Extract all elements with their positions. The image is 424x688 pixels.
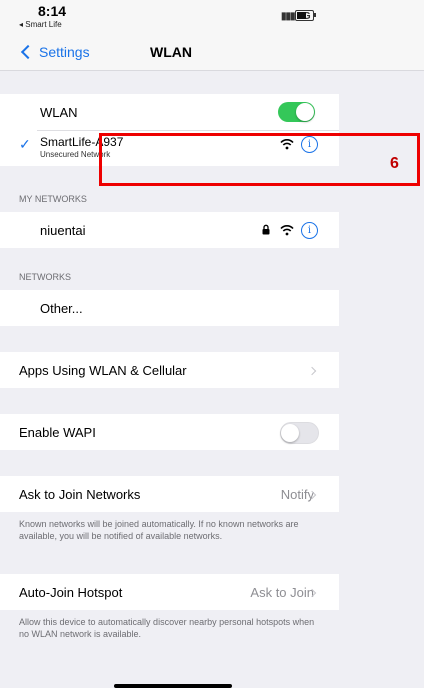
toggle-knob [296,103,314,121]
annotation-step-number: 6 [390,155,399,172]
wlan-toggle[interactable] [278,102,315,122]
status-bar: 8:14 ◂ Smart Life ▮▮▮ 4G [0,0,424,34]
auto-join-label: Auto-Join Hotspot [19,585,123,600]
wapi-group: Enable WAPI [0,414,339,450]
wlan-label: WLAN [40,105,78,120]
my-networks-header: MY NETWORKS [19,194,87,204]
checkmark-icon: ✓ [19,136,31,152]
back-button-label: Settings [39,44,90,60]
settings-back-button[interactable]: Settings [19,40,90,64]
networks-header: NETWORKS [19,272,72,282]
auto-join-value: Ask to Join [250,585,314,600]
network-name: niuentai [40,223,86,238]
page-title: WLAN [150,44,192,60]
networks-group: Other... [0,290,339,326]
battery-icon [295,10,314,21]
enable-wapi-label: Enable WAPI [19,425,96,440]
chevron-left-icon [20,44,36,60]
wlan-row: WLAN [0,94,339,130]
auto-join-group: Auto-Join Hotspot Ask to Join [0,574,339,610]
apps-using-group: Apps Using WLAN & Cellular [0,352,339,388]
battery-cap [314,13,316,17]
ask-to-join-group: Ask to Join Networks Notify [0,476,339,512]
ask-to-join-footnote: Known networks will be joined automatica… [19,519,299,541]
wifi-icon [280,224,294,236]
annotation-highlight-box [99,133,420,186]
auto-join-hotspot-row[interactable]: Auto-Join Hotspot Ask to Join [0,574,339,610]
apps-using-wlan-row[interactable]: Apps Using WLAN & Cellular [0,352,339,388]
my-networks-group: niuentai i [0,212,339,248]
info-icon[interactable]: i [301,222,318,239]
other-network-label: Other... [40,301,83,316]
ask-to-join-row[interactable]: Ask to Join Networks Notify [0,476,339,512]
lock-icon [262,224,270,235]
enable-wapi-row: Enable WAPI [0,414,339,450]
other-network-row[interactable]: Other... [0,290,339,326]
auto-join-footnote: Allow this device to automatically disco… [19,617,315,639]
status-time: 8:14 [38,3,67,19]
ask-to-join-label: Ask to Join Networks [19,487,141,502]
apps-using-label: Apps Using WLAN & Cellular [19,363,187,378]
back-to-app-link[interactable]: ◂ Smart Life [19,20,62,29]
home-indicator[interactable] [114,684,232,688]
wapi-toggle[interactable] [280,422,319,444]
toggle-knob [281,424,299,442]
network-row-niuentai[interactable]: niuentai i [0,212,339,248]
chevron-right-icon [307,366,317,376]
navigation-bar: Settings WLAN [0,34,424,71]
